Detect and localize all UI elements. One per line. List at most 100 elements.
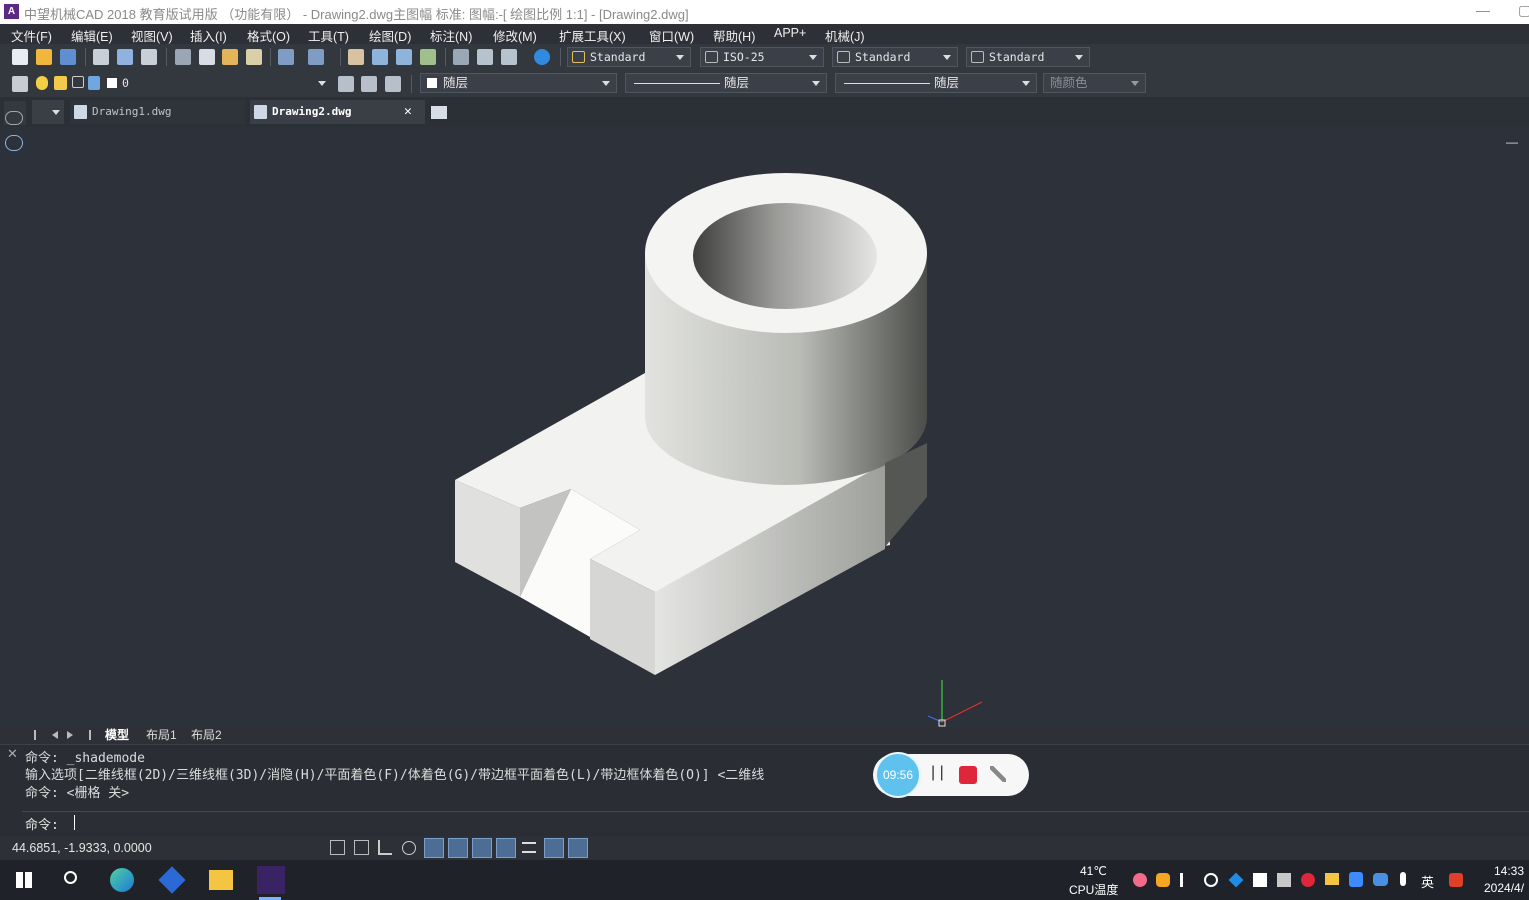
tray-app-icon[interactable]: [1253, 873, 1267, 887]
file-explorer-icon[interactable]: [209, 870, 233, 890]
layer-select[interactable]: 0: [118, 74, 332, 94]
print-preview-icon[interactable]: [117, 49, 133, 65]
layer-states-icon[interactable]: [385, 76, 401, 92]
tray-app-icon[interactable]: [1156, 873, 1170, 887]
layer-on-bulb-icon[interactable]: [36, 76, 48, 90]
stop-record-button[interactable]: [959, 766, 977, 784]
plot-style-select[interactable]: 随颜色: [1043, 73, 1146, 93]
dynamic-ucs-icon[interactable]: [472, 838, 492, 858]
viewport-minimize-icon[interactable]: —: [1506, 135, 1518, 149]
tab-drawing2[interactable]: Drawing2.dwg ✕: [250, 100, 425, 124]
menu-edit[interactable]: 编辑(E): [71, 26, 113, 45]
multileader-style-select[interactable]: Standard: [966, 47, 1090, 67]
layer-viewport-freeze-icon[interactable]: [72, 76, 84, 88]
copy-icon[interactable]: [199, 49, 215, 65]
tray-app-icon[interactable]: [1228, 872, 1244, 888]
next-layout-icon[interactable]: [67, 731, 73, 739]
tray-app-icon[interactable]: [1373, 873, 1388, 886]
otrack-icon[interactable]: [448, 838, 468, 858]
dynamic-input-icon[interactable]: [496, 838, 516, 858]
menu-format[interactable]: 格式(O): [247, 26, 290, 45]
menu-help[interactable]: 帮助(H): [713, 26, 755, 45]
polar-icon[interactable]: [402, 841, 416, 855]
tab-list-dropdown[interactable]: [32, 100, 64, 124]
menu-view[interactable]: 视图(V): [131, 26, 173, 45]
first-layout-icon[interactable]: [34, 730, 43, 740]
orbit-icon[interactable]: [5, 111, 23, 125]
undo-icon[interactable]: [278, 49, 294, 65]
tab-drawing1[interactable]: Drawing1.dwg: [70, 100, 245, 124]
make-current-layer-icon[interactable]: [338, 76, 354, 92]
edge-browser-icon[interactable]: [110, 868, 134, 892]
tab-layout1[interactable]: 布局1: [146, 727, 177, 744]
zwcad-taskbar-icon[interactable]: [257, 866, 285, 894]
tray-folder-icon[interactable]: [1325, 873, 1339, 885]
selection-cycling-icon[interactable]: [544, 838, 564, 858]
plot-icon[interactable]: [141, 49, 157, 65]
save-icon[interactable]: [60, 49, 76, 65]
lineweight-select[interactable]: 随层: [835, 73, 1037, 93]
ortho-icon[interactable]: [378, 840, 392, 855]
new-tab-icon[interactable]: [431, 106, 447, 119]
windows-start-icon[interactable]: [16, 872, 32, 888]
zoom-realtime-icon[interactable]: [372, 49, 388, 65]
tray-app-icon[interactable]: [1277, 873, 1291, 887]
network-globe-icon[interactable]: [1204, 873, 1218, 887]
menu-file[interactable]: 文件(F): [11, 26, 52, 45]
menu-app-plus[interactable]: APP+: [774, 26, 806, 40]
menu-modify[interactable]: 修改(M): [493, 26, 537, 45]
ime-language-indicator[interactable]: 英: [1421, 872, 1434, 891]
minimize-button[interactable]: —: [1476, 2, 1490, 18]
layer-previous-icon[interactable]: [361, 76, 377, 92]
microphone-icon[interactable]: [1400, 872, 1406, 886]
menu-tools[interactable]: 工具(T): [308, 26, 349, 45]
match-properties-icon[interactable]: [246, 49, 262, 65]
open-folder-icon[interactable]: [36, 49, 52, 65]
menu-draw[interactable]: 绘图(D): [369, 26, 411, 45]
zoom-previous-icon[interactable]: [420, 49, 436, 65]
osnap-icon[interactable]: [424, 838, 444, 858]
menu-dimension[interactable]: 标注(N): [430, 26, 472, 45]
tool-palette-icon[interactable]: [501, 49, 517, 65]
pen-annotate-icon[interactable]: [990, 766, 1006, 782]
redo-icon[interactable]: [308, 49, 324, 65]
close-tab-icon[interactable]: ✕: [404, 100, 412, 124]
table-style-select[interactable]: Standard: [832, 47, 958, 67]
design-center-icon[interactable]: [477, 49, 493, 65]
new-file-icon[interactable]: [12, 49, 28, 65]
tab-model[interactable]: 模型: [105, 727, 129, 744]
tray-app-icon[interactable]: [1301, 873, 1315, 887]
menu-insert[interactable]: 插入(I): [190, 26, 227, 45]
print-icon[interactable]: [93, 49, 109, 65]
color-select[interactable]: 随层: [420, 73, 617, 93]
pause-button[interactable]: | |: [931, 764, 944, 782]
layer-lock-icon[interactable]: [88, 76, 100, 90]
lineweight-toggle-icon[interactable]: [522, 842, 536, 853]
app-launcher-icon[interactable]: [158, 866, 186, 894]
dimension-style-select[interactable]: ISO-25: [700, 47, 824, 67]
grid-icon[interactable]: [330, 840, 345, 855]
menu-window[interactable]: 窗口(W): [649, 26, 694, 45]
help-icon[interactable]: [534, 49, 550, 65]
tray-app-icon[interactable]: [1133, 873, 1147, 887]
command-close-icon[interactable]: ✕: [7, 746, 18, 762]
text-style-select[interactable]: Standard: [567, 47, 691, 67]
zoom-icon[interactable]: [5, 135, 23, 151]
layer-manager-icon[interactable]: [12, 76, 28, 92]
tray-app-icon[interactable]: [1349, 872, 1363, 887]
command-input[interactable]: 命令:: [22, 811, 1529, 833]
properties-icon[interactable]: [453, 49, 469, 65]
last-layout-icon[interactable]: [82, 730, 91, 740]
snap-icon[interactable]: [354, 840, 369, 855]
zoom-window-icon[interactable]: [396, 49, 412, 65]
paste-icon[interactable]: [222, 49, 238, 65]
pan-hand-icon[interactable]: [348, 49, 364, 65]
tab-layout2[interactable]: 布局2: [191, 727, 222, 744]
drawing-viewport[interactable]: —: [0, 127, 1529, 727]
cut-icon[interactable]: [175, 49, 191, 65]
menu-extend-tools[interactable]: 扩展工具(X): [559, 26, 626, 45]
search-icon[interactable]: [64, 871, 77, 884]
menu-mechanical[interactable]: 机械(J): [825, 26, 865, 45]
restore-button[interactable]: ▢: [1518, 2, 1529, 19]
linetype-select[interactable]: 随层: [625, 73, 827, 93]
